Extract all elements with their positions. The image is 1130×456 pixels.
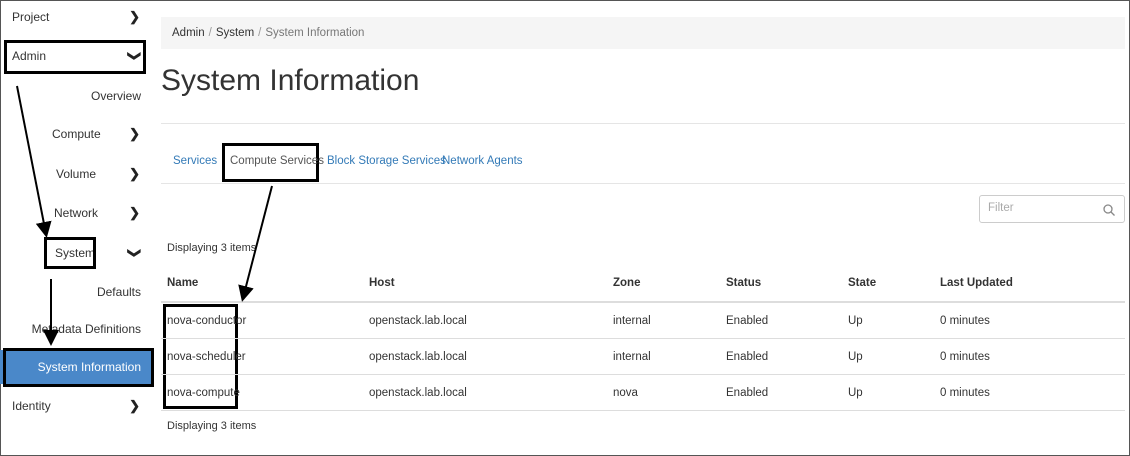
cell-name: nova-compute	[161, 374, 363, 411]
sidebar-item-label: Volume	[56, 167, 97, 181]
sidebar-item-project[interactable]: Project ❯	[0, 0, 152, 34]
table-row: nova-conductor openstack.lab.local inter…	[161, 302, 1125, 339]
breadcrumb-item-admin[interactable]: Admin	[172, 27, 205, 39]
tab-network-agents[interactable]: Network Agents	[442, 155, 523, 167]
sidebar-item-label: Network	[54, 206, 99, 220]
sidebar-item-label: Overview	[90, 89, 141, 103]
page-title: System Information	[161, 64, 420, 97]
table-row: nova-scheduler openstack.lab.local inter…	[161, 338, 1125, 375]
cell-host: openstack.lab.local	[363, 374, 607, 411]
chevron-right-icon: ❯	[129, 205, 140, 220]
annotation-box-admin	[4, 40, 146, 74]
cell-host: openstack.lab.local	[363, 302, 607, 339]
cell-zone: internal	[607, 302, 720, 339]
sidebar-item-label: Metadata Definitions	[31, 322, 141, 336]
sidebar-item-identity[interactable]: Identity ❯	[0, 389, 152, 423]
cell-status: Enabled	[720, 374, 842, 411]
annotation-box-system	[44, 237, 96, 269]
annotation-box-system-information	[3, 348, 154, 387]
item-count-top: Displaying 3 items	[167, 242, 257, 254]
sidebar-item-overview[interactable]: Overview	[0, 79, 152, 113]
column-header-zone[interactable]: Zone	[607, 265, 720, 303]
chevron-right-icon: ❯	[129, 9, 140, 24]
chevron-down-icon: ❯	[127, 247, 143, 259]
column-header-status[interactable]: Status	[720, 265, 842, 303]
table-header-row: Name Host Zone Status State Last Updated	[161, 265, 1125, 303]
cell-host: openstack.lab.local	[363, 338, 607, 375]
tab-block-storage-services[interactable]: Block Storage Services	[327, 155, 446, 167]
breadcrumb-separator: /	[208, 27, 212, 39]
sidebar-item-metadata-definitions[interactable]: Metadata Definitions	[0, 312, 152, 346]
filter-input[interactable]	[986, 201, 1100, 215]
sidebar-item-label: Identity	[12, 399, 51, 413]
column-header-last-updated[interactable]: Last Updated	[934, 265, 1125, 303]
cell-last-updated: 0 minutes	[934, 374, 1125, 411]
column-header-host[interactable]: Host	[363, 265, 607, 303]
chevron-right-icon: ❯	[129, 126, 140, 141]
item-count-bottom: Displaying 3 items	[167, 420, 257, 432]
sidebar-item-label: Compute	[52, 127, 101, 141]
breadcrumb: Admin / System / System Information	[161, 17, 1125, 49]
sidebar-item-volume[interactable]: Volume ❯	[0, 157, 152, 191]
tabs-divider	[161, 183, 1125, 184]
breadcrumb-separator: /	[258, 27, 262, 39]
sidebar-item-label: Project	[12, 10, 50, 24]
chevron-right-icon: ❯	[129, 398, 140, 413]
cell-status: Enabled	[720, 338, 842, 375]
cell-last-updated: 0 minutes	[934, 302, 1125, 339]
sidebar-item-defaults[interactable]: Defaults	[0, 275, 152, 309]
table-row: nova-compute openstack.lab.local nova En…	[161, 374, 1125, 411]
tab-services[interactable]: Services	[173, 155, 217, 167]
column-header-state[interactable]: State	[842, 265, 934, 303]
breadcrumb-item-current: System Information	[265, 27, 365, 39]
cell-state: Up	[842, 302, 934, 339]
sidebar-item-compute[interactable]: Compute ❯	[0, 117, 152, 151]
column-header-name[interactable]: Name	[161, 265, 363, 303]
title-divider	[161, 123, 1125, 124]
cell-zone: nova	[607, 374, 720, 411]
cell-zone: internal	[607, 338, 720, 375]
breadcrumb-item-system[interactable]: System	[216, 27, 254, 39]
search-icon[interactable]	[1102, 203, 1116, 217]
filter-box	[979, 195, 1125, 223]
sidebar-item-label: Defaults	[96, 285, 141, 299]
compute-services-table: Name Host Zone Status State Last Updated…	[161, 265, 1125, 411]
tab-compute-services[interactable]: Compute Services	[230, 155, 324, 167]
chevron-right-icon: ❯	[129, 166, 140, 181]
cell-name: nova-scheduler	[161, 338, 363, 375]
cell-last-updated: 0 minutes	[934, 338, 1125, 375]
cell-name: nova-conductor	[161, 302, 363, 339]
sidebar-item-network[interactable]: Network ❯	[0, 196, 152, 230]
cell-state: Up	[842, 374, 934, 411]
cell-status: Enabled	[720, 302, 842, 339]
cell-state: Up	[842, 338, 934, 375]
